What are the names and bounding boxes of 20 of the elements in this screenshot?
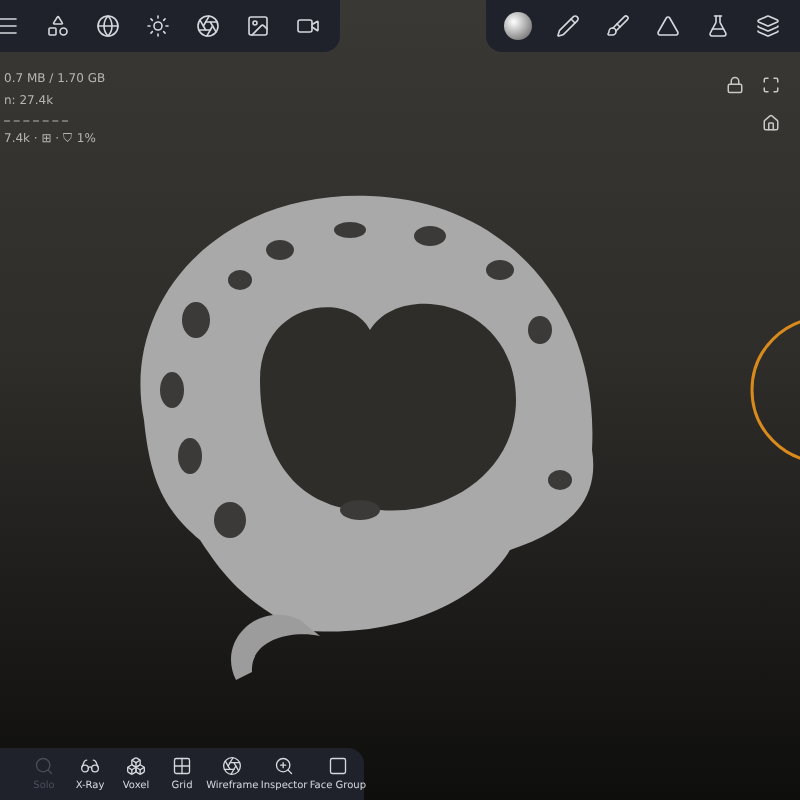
triangle-icon[interactable] — [652, 10, 684, 42]
globe-icon[interactable] — [92, 10, 124, 42]
layers-icon[interactable] — [752, 10, 784, 42]
aperture-icon[interactable] — [192, 10, 224, 42]
grid-icon — [172, 756, 192, 776]
material-sphere-icon[interactable] — [502, 10, 534, 42]
fullscreen-icon[interactable] — [762, 76, 780, 94]
aperture-icon — [222, 756, 243, 776]
cubes-icon — [126, 756, 146, 776]
zoom-icon — [274, 756, 295, 776]
lock-icon[interactable] — [726, 76, 744, 94]
home-icon[interactable] — [762, 114, 780, 132]
image-icon[interactable] — [242, 10, 274, 42]
brush-ring-icon — [750, 316, 800, 464]
search-icon — [34, 756, 54, 776]
brush-icon[interactable] — [602, 10, 634, 42]
sun-icon[interactable] — [142, 10, 174, 42]
pencil-icon[interactable] — [552, 10, 584, 42]
square-icon — [327, 756, 348, 776]
glasses-icon — [80, 756, 100, 776]
